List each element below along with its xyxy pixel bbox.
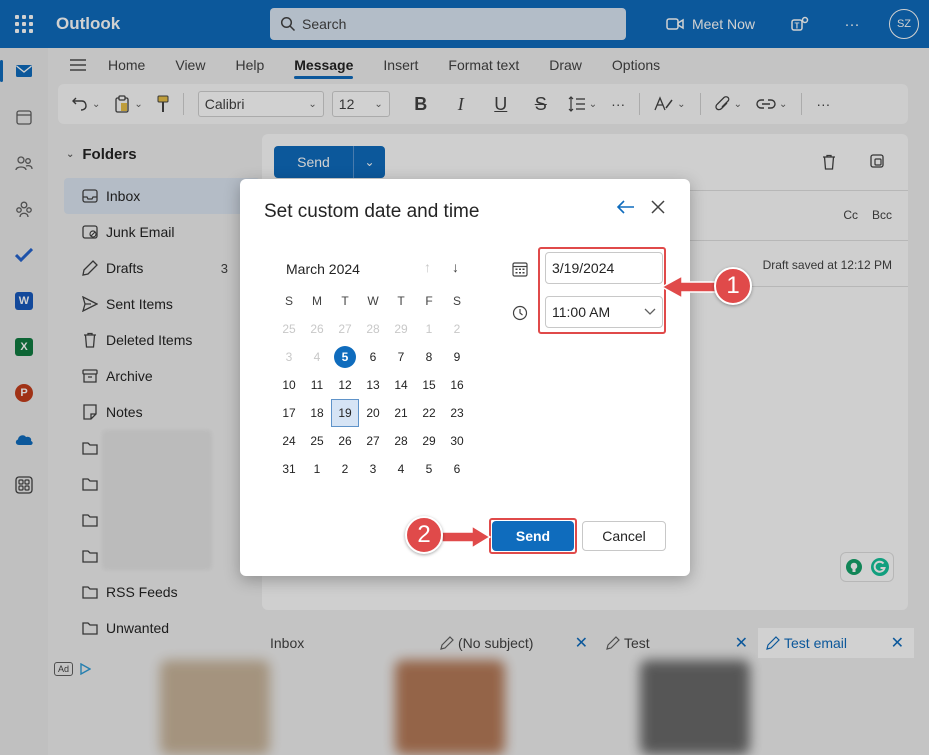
- close-icon: [651, 200, 665, 214]
- calendar-day[interactable]: 22: [415, 399, 443, 427]
- calendar-day[interactable]: 3: [359, 455, 387, 483]
- calendar-day[interactable]: 26: [303, 315, 331, 343]
- calendar-day[interactable]: 20: [359, 399, 387, 427]
- cancel-button[interactable]: Cancel: [582, 521, 666, 551]
- calendar-day[interactable]: 6: [359, 343, 387, 371]
- calendar-day[interactable]: 21: [387, 399, 415, 427]
- calendar-day[interactable]: 24: [275, 427, 303, 455]
- weekday-header: S: [452, 294, 461, 308]
- weekday-header: T: [341, 294, 349, 308]
- calendar-day[interactable]: 29: [387, 315, 415, 343]
- previous-month-button[interactable]: ↑: [424, 259, 431, 275]
- close-button[interactable]: [650, 199, 666, 218]
- weekday-header: S: [284, 294, 293, 308]
- send-button[interactable]: Send: [492, 521, 574, 551]
- calendar-day[interactable]: 2: [331, 455, 359, 483]
- highlight-box-datetime: [538, 247, 666, 334]
- calendar-day[interactable]: 10: [275, 371, 303, 399]
- calendar-day[interactable]: 30: [443, 427, 471, 455]
- day-number: 5: [334, 346, 356, 368]
- next-month-button[interactable]: ↓: [452, 259, 459, 275]
- calendar-day[interactable]: 14: [387, 371, 415, 399]
- back-button[interactable]: [616, 199, 636, 218]
- calendar-day[interactable]: 3: [275, 343, 303, 371]
- calendar-day[interactable]: 7: [387, 343, 415, 371]
- calendar-day[interactable]: 13: [359, 371, 387, 399]
- calendar-month-label: March 2024: [286, 261, 360, 277]
- arrow-left-icon: [616, 200, 634, 214]
- annotation-step-2: 2: [405, 516, 443, 554]
- dialog-title: Set custom date and time: [264, 201, 480, 222]
- calendar-day[interactable]: 28: [387, 427, 415, 455]
- calendar-day[interactable]: 23: [443, 399, 471, 427]
- calendar-icon: [512, 261, 528, 280]
- calendar-day[interactable]: 2: [443, 315, 471, 343]
- calendar-day[interactable]: 9: [443, 343, 471, 371]
- custom-send-time-dialog: Set custom date and time March 2024 ↑ ↓ …: [240, 179, 690, 576]
- calendar-day[interactable]: 25: [275, 315, 303, 343]
- weekday-header: F: [425, 294, 433, 308]
- weekday-header: M: [312, 294, 322, 308]
- calendar-day[interactable]: 15: [415, 371, 443, 399]
- calendar-grid: S M T W T F S 25 26 27 28 29 1 2 3 4 5 6 7 8 9 10 11 12 13 14 15 16…: [275, 287, 471, 483]
- arrow-up-icon: ↑: [424, 259, 431, 275]
- calendar-day[interactable]: 28: [359, 315, 387, 343]
- calendar-day-selected[interactable]: 19: [331, 399, 359, 427]
- calendar-day[interactable]: 31: [275, 455, 303, 483]
- calendar-day[interactable]: 4: [387, 455, 415, 483]
- calendar-day[interactable]: 27: [331, 315, 359, 343]
- calendar-day[interactable]: 5: [415, 455, 443, 483]
- calendar-day[interactable]: 4: [303, 343, 331, 371]
- annotation-step-1: 1: [714, 267, 752, 305]
- calendar-day[interactable]: 27: [359, 427, 387, 455]
- calendar-day[interactable]: 6: [443, 455, 471, 483]
- calendar-day[interactable]: 12: [331, 371, 359, 399]
- clock-icon: [512, 305, 528, 324]
- calendar-day[interactable]: 29: [415, 427, 443, 455]
- weekday-header: T: [397, 294, 405, 308]
- weekday-header: W: [367, 294, 379, 308]
- calendar-day[interactable]: 8: [415, 343, 443, 371]
- calendar-day[interactable]: 1: [303, 455, 331, 483]
- calendar-day[interactable]: 11: [303, 371, 331, 399]
- calendar-day[interactable]: 17: [275, 399, 303, 427]
- calendar-day[interactable]: 1: [415, 315, 443, 343]
- annotation-arrow-2: [441, 524, 492, 550]
- calendar-day[interactable]: 25: [303, 427, 331, 455]
- calendar-day[interactable]: 26: [331, 427, 359, 455]
- arrow-down-icon: ↓: [452, 259, 459, 275]
- calendar-day[interactable]: 18: [303, 399, 331, 427]
- calendar-day[interactable]: 16: [443, 371, 471, 399]
- calendar-day-today[interactable]: 5: [331, 343, 359, 371]
